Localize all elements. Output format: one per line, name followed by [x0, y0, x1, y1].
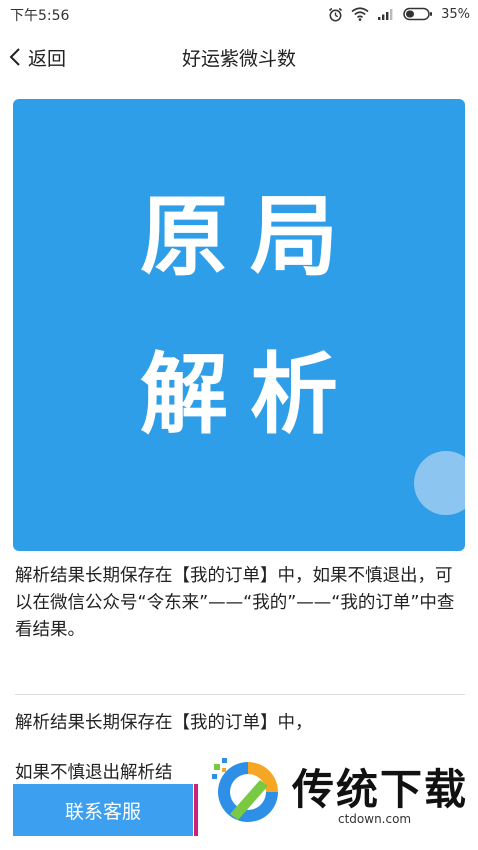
battery-percent: 35% [441, 6, 470, 22]
status-icons: 35% [328, 4, 470, 24]
watermark-logo-icon [212, 758, 278, 822]
banner-line-1: 原局 [139, 185, 360, 288]
status-time: 下午5:56 [10, 8, 70, 24]
watermark: 传统下载 ctdown.com [200, 746, 478, 850]
status-bar: 下午5:56 35% [0, 0, 478, 28]
side-accent [194, 784, 198, 836]
banner-line-2: 解析 [139, 343, 360, 446]
floating-assistive-button[interactable] [414, 451, 465, 515]
page: 下午5:56 35% 返回 好运紫微斗数 原局 解析 解析结果长期保存在【我的订… [0, 0, 478, 850]
alarm-icon [328, 7, 343, 22]
divider [15, 694, 465, 695]
watermark-title: 传统下载 [292, 765, 469, 814]
signal-icon [377, 7, 395, 21]
notice-text-repeat: 解析结果长期保存在【我的订单】中， [15, 713, 313, 733]
page-title: 好运紫微斗数 [181, 48, 296, 70]
banner-image: 原局 解析 [13, 99, 465, 551]
watermark-url: ctdown.com [338, 812, 412, 826]
battery-icon [403, 7, 433, 21]
notice-text: 解析结果长期保存在【我的订单】中，如果不慎退出，可以在微信公众号“令东来”——“… [15, 566, 455, 640]
contact-support-button[interactable]: 联系客服 [13, 784, 193, 836]
wifi-icon [351, 7, 369, 21]
nav-bar: 返回 好运紫微斗数 [0, 28, 478, 86]
